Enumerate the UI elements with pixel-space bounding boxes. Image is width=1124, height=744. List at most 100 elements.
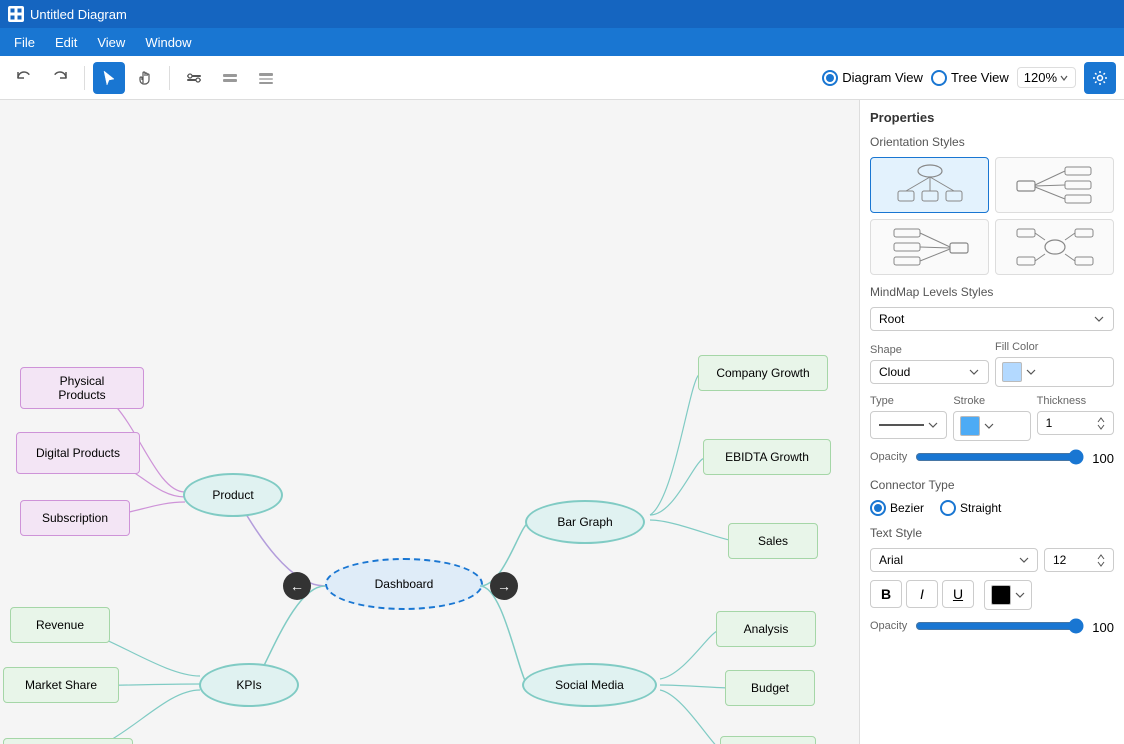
- tree-view-option[interactable]: Tree View: [931, 70, 1009, 86]
- connections-svg: [0, 100, 859, 744]
- bezier-label: Bezier: [890, 501, 924, 515]
- mindmap-levels-title: MindMap Levels Styles: [870, 285, 1114, 299]
- text-opacity-label: Opacity: [870, 620, 907, 632]
- marketshare-node[interactable]: Market Share: [3, 667, 119, 703]
- orientation-option-2[interactable]: [995, 157, 1114, 213]
- product-node[interactable]: Product: [183, 473, 283, 517]
- text-opacity-value: 100: [1092, 620, 1114, 635]
- opacity-row: Opacity 100: [870, 449, 1114, 468]
- menu-file[interactable]: File: [4, 31, 45, 54]
- right-panel: Properties Orientation Styles: [859, 100, 1124, 744]
- kpis-label: KPIs: [236, 678, 261, 692]
- shape-dropdown[interactable]: Cloud: [870, 360, 989, 384]
- font-dropdown[interactable]: Arial: [870, 548, 1038, 572]
- settings-button[interactable]: [1084, 62, 1116, 94]
- root-dropdown[interactable]: Root: [870, 307, 1114, 331]
- fontsize-dropdown[interactable]: 12: [1044, 548, 1114, 572]
- socialmedia-label: Social Media: [555, 678, 624, 692]
- tree-view-radio[interactable]: [931, 70, 947, 86]
- bezier-option[interactable]: Bezier: [870, 500, 924, 516]
- zoom-value: 120%: [1024, 70, 1057, 85]
- opacity-label: Opacity: [870, 451, 907, 463]
- connector-type-title: Connector Type: [870, 478, 1114, 492]
- kpis-node[interactable]: KPIs: [199, 663, 299, 707]
- menu-edit[interactable]: Edit: [45, 31, 87, 54]
- stroke-swatch: [960, 416, 980, 436]
- ebidtagrowth-label: EBIDTA Growth: [725, 450, 809, 464]
- type-label: Type: [870, 395, 947, 407]
- text-style-title: Text Style: [870, 526, 1114, 540]
- root-dropdown-value: Root: [879, 312, 904, 326]
- bezier-radio[interactable]: [870, 500, 886, 516]
- hand-tool-button[interactable]: [129, 62, 161, 94]
- ebidtagrowth-node[interactable]: EBIDTA Growth: [703, 439, 831, 475]
- diagram-canvas[interactable]: ← → Dashboard Product KPIs Bar Graph Soc…: [0, 100, 859, 744]
- fillcolor-label: Fill Color: [995, 341, 1114, 353]
- digitalproducts-node[interactable]: Digital Products: [16, 432, 140, 474]
- text-color-button[interactable]: [984, 580, 1032, 610]
- sales-node[interactable]: Sales: [728, 523, 818, 559]
- text-format-buttons: B I U: [870, 580, 1114, 610]
- budgetallocation-node[interactable]: Budget Allocation: [3, 738, 133, 744]
- undo-button[interactable]: [8, 62, 40, 94]
- orientation-option-4[interactable]: [995, 219, 1114, 275]
- shape-label: Shape: [870, 344, 989, 356]
- digitalproducts-label: Digital Products: [36, 446, 120, 460]
- fillcolor-swatch: [1002, 362, 1022, 382]
- app-icon: [8, 6, 24, 22]
- tree-view-label: Tree View: [951, 70, 1009, 85]
- underline-button[interactable]: U: [942, 580, 974, 608]
- analysis-node[interactable]: Analysis: [716, 611, 816, 647]
- diagram-view-label: Diagram View: [842, 70, 923, 85]
- stroke-button[interactable]: [953, 411, 1030, 441]
- fillcolor-button[interactable]: [995, 357, 1114, 387]
- menu-window[interactable]: Window: [135, 31, 201, 54]
- right-arrow[interactable]: →: [490, 572, 518, 600]
- budget-label: Budget: [751, 681, 789, 695]
- bold-button[interactable]: B: [870, 580, 902, 608]
- budget-node[interactable]: Budget: [725, 670, 815, 706]
- tool2-button[interactable]: [214, 62, 246, 94]
- tool3-button[interactable]: [250, 62, 282, 94]
- diagram-view-radio[interactable]: [822, 70, 838, 86]
- revenue-label: Revenue: [36, 618, 84, 632]
- italic-button[interactable]: I: [906, 580, 938, 608]
- stroke-label: Stroke: [953, 395, 1030, 407]
- type-dropdown[interactable]: [870, 411, 947, 439]
- properties-title: Properties: [870, 110, 1114, 125]
- thickness-dropdown[interactable]: 1: [1037, 411, 1114, 435]
- redo-button[interactable]: [44, 62, 76, 94]
- shape-fillcolor-row: Shape Cloud Fill Color: [870, 341, 1114, 387]
- straight-option[interactable]: Straight: [940, 500, 1001, 516]
- diagram-view-option[interactable]: Diagram View: [822, 70, 923, 86]
- left-arrow[interactable]: ←: [283, 572, 311, 600]
- companygrowth-label: Company Growth: [716, 366, 809, 380]
- toolbar: Diagram View Tree View 120%: [0, 56, 1124, 100]
- dashboard-node[interactable]: Dashboard: [325, 558, 483, 610]
- bargraph-node[interactable]: Bar Graph: [525, 500, 645, 544]
- title-bar: Untitled Diagram: [0, 0, 1124, 28]
- companygrowth-node[interactable]: Company Growth: [698, 355, 828, 391]
- select-tool-button[interactable]: [93, 62, 125, 94]
- tool1-button[interactable]: [178, 62, 210, 94]
- opacity-value: 100: [1092, 451, 1114, 466]
- type-col: Type: [870, 395, 947, 441]
- orientation-option-1[interactable]: [870, 157, 989, 213]
- app-title: Untitled Diagram: [30, 7, 127, 22]
- text-opacity-slider[interactable]: [915, 618, 1084, 634]
- orientation-option-3[interactable]: [870, 219, 989, 275]
- physicalproducts-node[interactable]: Physical Products: [20, 367, 144, 409]
- shape-col: Shape Cloud: [870, 344, 989, 384]
- sales-label: Sales: [758, 534, 788, 548]
- revenue-node[interactable]: Revenue: [10, 607, 110, 643]
- view-controls: Diagram View Tree View 120%: [822, 62, 1116, 94]
- zoom-control[interactable]: 120%: [1017, 67, 1076, 88]
- socialmedia-node[interactable]: Social Media: [522, 663, 657, 707]
- menu-view[interactable]: View: [87, 31, 135, 54]
- dashboard-label: Dashboard: [375, 577, 434, 591]
- straight-radio[interactable]: [940, 500, 956, 516]
- sep2: [169, 66, 170, 90]
- subscription-node[interactable]: Subscription: [20, 500, 130, 536]
- opacity-slider[interactable]: [915, 449, 1084, 465]
- content-node[interactable]: Content: [720, 736, 816, 744]
